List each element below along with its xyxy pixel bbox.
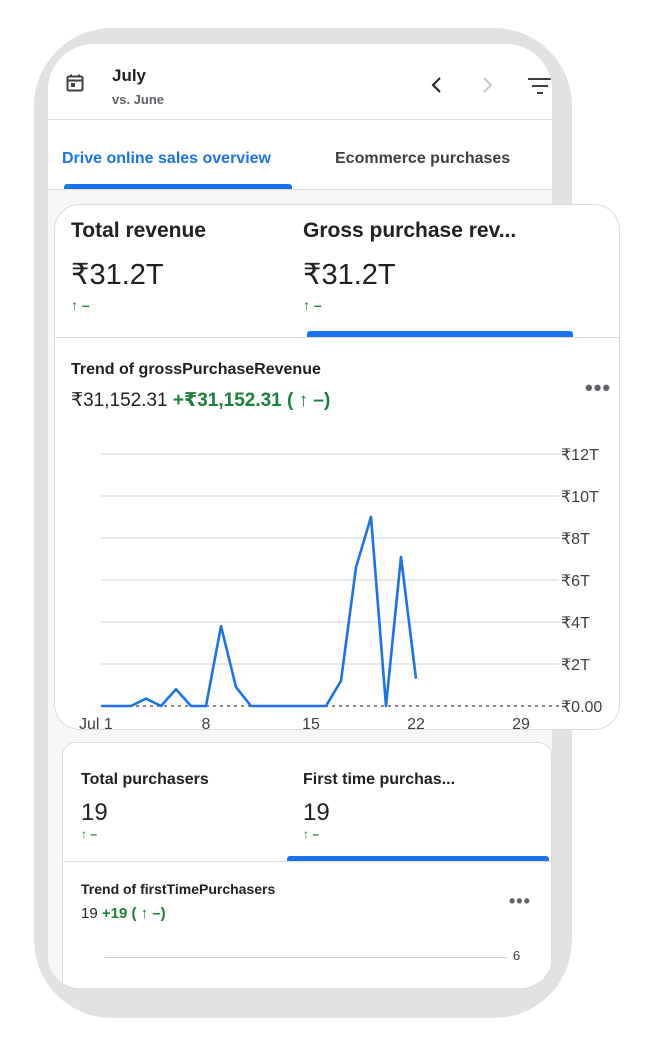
y-tick-label: ₹6T bbox=[561, 573, 590, 590]
report-tabs: Drive online sales overview Ecommerce pu… bbox=[48, 120, 552, 190]
series-line bbox=[101, 515, 418, 708]
tab-drive-online-sales[interactable]: Drive online sales overview bbox=[62, 150, 271, 168]
x-tick-label: 15 bbox=[302, 716, 320, 730]
revenue-card: Total revenue ₹31.2T ↑ – Gross purchase … bbox=[54, 204, 620, 730]
revenue-trend-chart: ₹0.00 ₹2T ₹4T ₹6T ₹8T ₹10T ₹12T Jul 1 8 15 22 29 bbox=[79, 447, 602, 730]
metric-delta: ↑ – bbox=[81, 827, 98, 841]
metric-value-selected: 19 bbox=[303, 799, 330, 826]
metric-value: 19 bbox=[81, 799, 108, 826]
purchasers-card: Total purchasers 19 ↑ – First time purch… bbox=[62, 742, 552, 988]
y-tick-label: ₹8T bbox=[561, 531, 590, 548]
y-tick-label: ₹12T bbox=[561, 447, 599, 464]
trend-value: 19 bbox=[81, 905, 98, 922]
y-tick-label: ₹0.00 bbox=[561, 699, 602, 716]
trend-summary: 19 +19 ( ↑ –) bbox=[81, 905, 166, 922]
calendar-icon[interactable] bbox=[66, 74, 84, 92]
period-month[interactable]: July bbox=[112, 66, 146, 86]
tab-ecommerce-purchases[interactable]: Ecommerce purchases bbox=[335, 150, 510, 168]
trend-title: Trend of firstTimePurchasers bbox=[81, 881, 276, 897]
period-comparison: vs. June bbox=[112, 92, 165, 107]
active-tab-indicator bbox=[64, 184, 292, 189]
filter-icon[interactable] bbox=[528, 76, 552, 96]
y-tick-label: ₹10T bbox=[561, 489, 599, 506]
gridline bbox=[105, 957, 507, 958]
more-options-icon[interactable]: ••• bbox=[509, 891, 531, 912]
x-tick-label: 22 bbox=[407, 716, 425, 730]
date-header: July vs. June bbox=[48, 44, 552, 120]
y-tick-label: ₹4T bbox=[561, 615, 590, 632]
x-tick-label: Jul 1 bbox=[79, 716, 113, 730]
y-tick-label: ₹2T bbox=[561, 657, 590, 674]
x-tick-label: 8 bbox=[202, 716, 211, 730]
metric-title[interactable]: Total purchasers bbox=[81, 771, 209, 789]
metric-delta-selected: ↑ – bbox=[303, 827, 320, 841]
y-tick-label: 6 bbox=[513, 948, 521, 963]
chevron-right-icon[interactable] bbox=[476, 74, 498, 96]
x-tick-label: 29 bbox=[512, 716, 530, 730]
metric-title-selected[interactable]: First time purchas... bbox=[303, 771, 455, 789]
trend-change: +19 ( ↑ –) bbox=[101, 905, 166, 922]
divider bbox=[63, 861, 552, 862]
chevron-left-icon[interactable] bbox=[426, 74, 448, 96]
